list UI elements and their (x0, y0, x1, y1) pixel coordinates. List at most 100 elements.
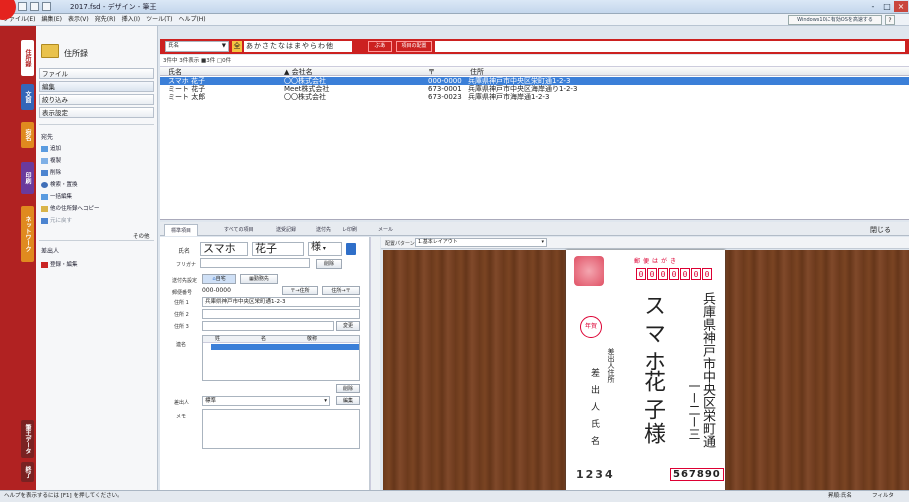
surname-input[interactable]: スマホ (200, 242, 248, 256)
header-company[interactable]: ▲ 会社名 (284, 67, 313, 77)
tab-all-fields[interactable]: すべての項目 (218, 224, 259, 236)
menu-tools[interactable]: ツール(T) (143, 14, 175, 26)
help-icon[interactable]: ? (885, 15, 895, 25)
memo-textarea[interactable] (202, 409, 360, 449)
nav-display-button[interactable]: 表示設定 (39, 107, 154, 118)
nav-bulk-edit-item[interactable]: 一括編集 (41, 192, 72, 200)
panel-title: 住所録 (64, 49, 88, 58)
tab-print[interactable]: 印刷 (21, 162, 34, 194)
address-book-icon (41, 44, 59, 58)
nav-search-replace-item[interactable]: 検索・置換 (41, 180, 78, 188)
toolbar-search-input[interactable] (435, 41, 905, 52)
menu-insert[interactable]: 挿入(I) (119, 14, 143, 26)
maximize-button[interactable]: □ (880, 1, 894, 12)
windows-notice-button[interactable]: Windows10に有効OSを高速する (788, 15, 882, 25)
tab-address-book[interactable]: 住所録 (21, 40, 34, 76)
tab-history[interactable]: 送受記録 (270, 224, 302, 236)
address1-input[interactable]: 兵庫県神戸市中央区栄町通1-2-3 (202, 297, 360, 307)
tab-standard-fields[interactable]: 標準項目 (164, 224, 199, 236)
sender-edit-button[interactable]: 編集 (336, 396, 360, 405)
nav-add-item[interactable]: 追加 (41, 144, 61, 152)
joint-delete-button[interactable]: 削除 (336, 384, 360, 393)
address-to-zip-button[interactable]: 住所→〒 (322, 286, 360, 295)
search-field-select[interactable]: 氏名 ▼ (165, 41, 229, 52)
joint-name-row[interactable] (211, 344, 359, 350)
nav-sender-register-item[interactable]: 登録・編集 (41, 260, 78, 268)
field-order-button[interactable]: 項目の配置 (396, 41, 432, 52)
nav-delete-item[interactable]: 削除 (41, 168, 61, 176)
close-button[interactable]: × (894, 1, 908, 12)
address3-input[interactable] (202, 321, 334, 331)
table-row[interactable]: ミート 太郎 〇〇株式会社 673-0023 兵庫県神戸市海岸通1-2-3 (160, 93, 909, 101)
header-name[interactable]: 氏名 (168, 67, 182, 77)
kana-index-bar[interactable]: あかさたなはまやらわ他 (244, 41, 352, 52)
duplicate-icon (41, 157, 48, 164)
address-card-icon[interactable] (346, 243, 356, 255)
nav-filter-button[interactable]: 絞り込み (39, 94, 154, 105)
delete-icon (41, 169, 48, 176)
sort-button[interactable]: ぶあ (368, 41, 392, 52)
tab-data[interactable]: 筆王データ (21, 420, 34, 458)
qat-undo-icon[interactable] (42, 2, 51, 11)
bulk-edit-icon (41, 193, 48, 200)
layout-pattern-select[interactable]: 1.基本レイアウト ▾ (415, 238, 547, 247)
lottery-number: 567890 (670, 468, 724, 481)
dest-setting-label: 送付先設定 (172, 278, 198, 284)
header-zip[interactable]: 〒 (428, 67, 435, 77)
recipient-zip-boxes: 0000000 (636, 268, 713, 280)
tab-send-to[interactable]: 送付先 (310, 224, 337, 236)
menu-destination[interactable]: 宛先(R) (92, 14, 119, 26)
header-address[interactable]: 住所 (470, 67, 484, 77)
furigana-input[interactable] (200, 258, 310, 268)
postcard-preview[interactable]: 郵便はがき 0000000 年賀 兵庫県神戸市中央区栄町通 一ー二ー三 スマホ … (566, 250, 725, 490)
chevron-down-icon: ▾ (541, 239, 544, 245)
close-panel-button[interactable]: 閉じる (870, 225, 891, 235)
window-title: 2017.fsd - デザイン - 筆王 (70, 3, 157, 11)
recipient-honorific: 様 (640, 422, 665, 444)
minimize-button[interactable]: - (866, 1, 880, 12)
nav-undo-item[interactable]: 元に戻す (41, 216, 72, 224)
delete-furigana-button[interactable]: 削除 (316, 259, 342, 269)
add-icon (41, 145, 48, 152)
zip-input[interactable]: 000-0000 (202, 287, 274, 296)
address2-label: 住所 2 (174, 312, 189, 318)
menu-help[interactable]: ヘルプ(H) (175, 14, 208, 26)
address2-input[interactable] (202, 309, 360, 319)
qat-save-icon[interactable] (18, 2, 27, 11)
joint-name-table[interactable]: 姓 名 敬称 (202, 335, 360, 381)
tab-addressee[interactable]: 宛名 (21, 122, 34, 148)
work-tab[interactable]: ▦勤務先 (240, 274, 278, 284)
address1-label: 住所 1 (174, 300, 189, 306)
home-tab[interactable]: ⌂自宅 (202, 274, 236, 284)
status-sort: 昇順:氏名 (828, 493, 852, 499)
joint-name-header: 姓 名 敬称 (203, 336, 359, 343)
kana-all-button[interactable]: 全 (232, 41, 242, 52)
change-button[interactable]: 変更 (336, 321, 360, 331)
tab-print-check[interactable]: レ印刷 (336, 224, 363, 236)
layout-bar: 配置パターン 1.基本レイアウト ▾ (381, 237, 909, 249)
nav-other-link[interactable]: その他 (133, 232, 150, 240)
nav-copy-item[interactable]: 他の住所録へコピー (41, 204, 100, 212)
table-row[interactable]: スマホ 花子 〇〇株式会社 000-0000 兵庫県神戸市中央区栄町通1-2-3 (160, 77, 909, 85)
sender-select[interactable]: 標準 ▾ (202, 396, 330, 406)
table-row[interactable]: ミート 花子 Meet株式会社 673-0001 兵庫県神戸市中央区海岸通り1-… (160, 85, 909, 93)
chevron-down-icon: ▼ (221, 43, 226, 49)
given-name-input[interactable]: 花子 (252, 242, 304, 256)
nav-duplicate-item[interactable]: 複製 (41, 156, 61, 164)
tab-design[interactable]: 文面 (21, 84, 34, 110)
tab-network[interactable]: ネットワーク (21, 206, 34, 262)
detail-tabs: 標準項目 すべての項目 送受記録 送付先 レ印刷 メール 閉じる (160, 222, 909, 236)
nav-file-button[interactable]: ファイル (39, 68, 154, 79)
menu-view[interactable]: 表示(V) (65, 14, 92, 26)
form-scrollbar[interactable] (370, 237, 380, 490)
address3-label: 住所 3 (174, 324, 189, 330)
nav-edit-button[interactable]: 編集 (39, 81, 154, 92)
zip-to-address-button[interactable]: 〒→住所 (282, 286, 318, 295)
qat-open-icon[interactable] (30, 2, 39, 11)
tab-exit[interactable]: 終了 (21, 462, 34, 482)
section-destination: 宛先 (41, 134, 54, 141)
tab-mail[interactable]: メール (372, 224, 399, 236)
honorific-select[interactable]: 様 ▾ (308, 242, 342, 256)
divider (39, 124, 154, 125)
menu-edit[interactable]: 編集(E) (38, 14, 64, 26)
